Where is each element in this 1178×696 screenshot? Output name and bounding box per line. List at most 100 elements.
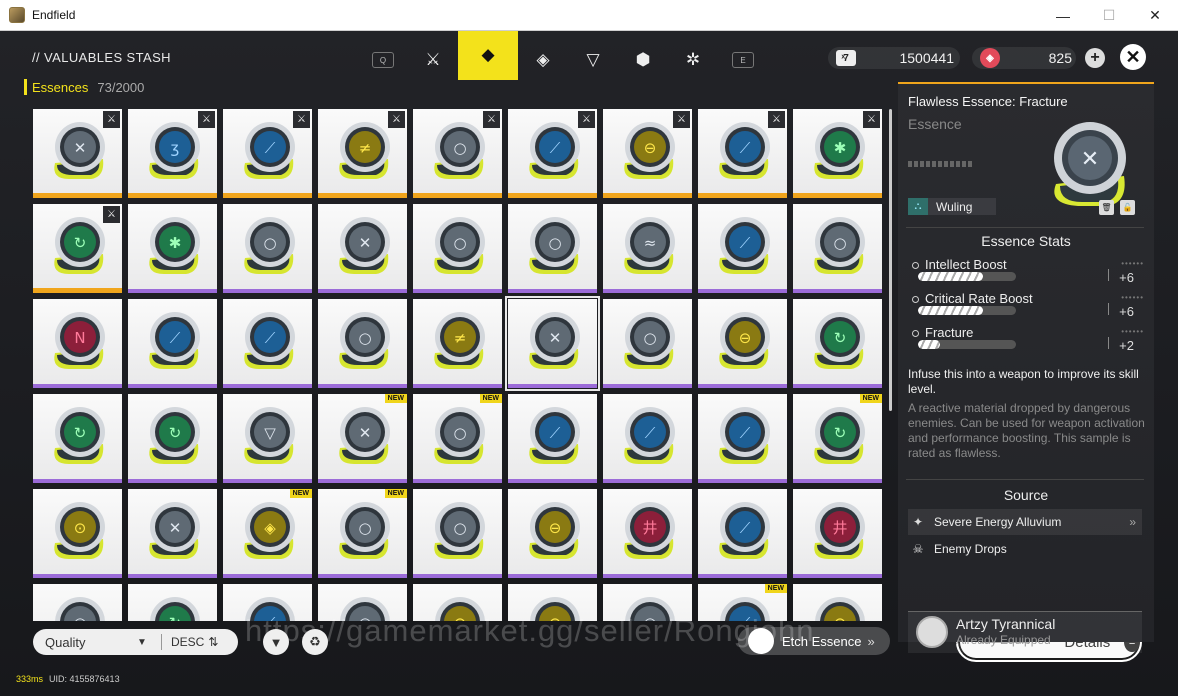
essence-tile[interactable]: ↻ NEW [793, 394, 882, 483]
essence-tile[interactable]: ⊖ ⚔ [603, 109, 692, 198]
sort-order-button[interactable]: DESC [171, 635, 204, 649]
stat-track [918, 340, 1016, 349]
essence-tile[interactable]: ⊖ [698, 299, 787, 388]
essence-tile[interactable]: ʒ ⚔ [128, 109, 217, 198]
essence-tile[interactable]: ✕ [505, 296, 600, 391]
essence-tile[interactable]: ○ [318, 299, 407, 388]
essence-tile[interactable]: ⟋ [698, 489, 787, 578]
essence-tile[interactable]: ✕ NEW [318, 394, 407, 483]
filter-button[interactable]: ▼ [263, 629, 289, 655]
rarity-bar [318, 574, 407, 578]
essence-tile[interactable]: N [33, 299, 122, 388]
supply-tab[interactable]: ⬢ [618, 36, 668, 84]
essence-tile[interactable]: ⟋ [223, 299, 312, 388]
close-window-button[interactable]: ✕ [1132, 0, 1178, 31]
essence-tile[interactable]: ○ ⚔ [413, 109, 502, 198]
essence-tile[interactable]: ⊙ [33, 489, 122, 578]
q-key-hint[interactable]: Q [372, 52, 394, 68]
rarity-bar [413, 479, 502, 483]
weapon-tab[interactable]: ⚔ [408, 36, 458, 84]
rarity-bar [413, 193, 502, 198]
rarity-bar [603, 289, 692, 293]
watermark-text: https://gamemarket.gg/seller/Rongjohn [245, 613, 815, 648]
source-item-alluvium[interactable]: ✦ Severe Energy Alluvium » [908, 509, 1142, 535]
essence-tile[interactable]: 井 [793, 489, 882, 578]
essence-tile[interactable]: ≠ [413, 299, 502, 388]
essence-tile[interactable]: ⊖ [508, 489, 597, 578]
essence-orb-icon: ○ [529, 217, 580, 274]
equipped-by-card[interactable]: Artzy Tyrannical Already Equipped [908, 611, 1142, 653]
material-tab[interactable]: ▽ [568, 36, 618, 84]
minimize-button[interactable]: — [1040, 0, 1086, 31]
essence-tile[interactable]: ⟋ ⚔ [508, 109, 597, 198]
essence-tile[interactable]: ✱ ⚔ [793, 109, 882, 198]
essence-tile[interactable]: ○ NEW [318, 489, 407, 578]
essence-tile[interactable]: ⟋ ⚔ [223, 109, 312, 198]
etch-essence-label: Etch Essence [782, 633, 862, 649]
rarity-bar [603, 479, 692, 483]
essence-tile[interactable]: ↻ [128, 394, 217, 483]
gear-tab[interactable]: ◈ [518, 36, 568, 84]
essence-tile[interactable]: ○ [603, 299, 692, 388]
sort-quality-dropdown[interactable]: Quality [45, 635, 137, 650]
essence-tile[interactable]: ✕ ⚔ [33, 109, 122, 198]
etch-essence-button[interactable]: Etch Essence » [738, 627, 890, 655]
rarity-bar [223, 384, 312, 388]
essence-tile[interactable]: ⟋ [698, 204, 787, 293]
recycle-button[interactable]: ♻ [302, 629, 328, 655]
essence-symbol: N [74, 329, 85, 347]
essence-tile[interactable]: ≠ ⚔ [318, 109, 407, 198]
stat-track [918, 272, 1016, 281]
essence-tile[interactable]: ○ [413, 204, 502, 293]
chevron-down-icon: ▼ [137, 636, 147, 648]
essence-tile[interactable]: 井 [603, 489, 692, 578]
essence-tile[interactable]: ⟋ [128, 299, 217, 388]
grid-scrollbar[interactable] [889, 109, 892, 411]
stat-name: Intellect Boost [912, 257, 1007, 272]
essence-tile[interactable]: ↻ [33, 394, 122, 483]
lock-icon[interactable]: 🔓 [1120, 200, 1135, 215]
essence-tile[interactable]: ≈ [603, 204, 692, 293]
essence-tile[interactable]: ⟋ ⚔ [698, 109, 787, 198]
essence-tile[interactable]: ✕ [318, 204, 407, 293]
sword-icon: ⚔ [673, 111, 690, 128]
window-titlebar: Endfield — ☐ ✕ [0, 0, 1178, 31]
essence-symbol: 井 [642, 519, 657, 537]
add-currency-button[interactable]: + [1085, 48, 1105, 68]
stash-title: // VALUABLES STASH [32, 50, 171, 65]
essence-tile[interactable]: ○ [223, 204, 312, 293]
essence-tab[interactable]: ◆ [458, 31, 518, 80]
new-badge: NEW [384, 394, 407, 403]
rarity-bar [508, 479, 597, 483]
essence-tile[interactable]: ✱ [128, 204, 217, 293]
essence-tile[interactable]: ▽ [223, 394, 312, 483]
e-key-hint[interactable]: E [732, 52, 754, 68]
essence-tile[interactable]: ✕ [128, 489, 217, 578]
essence-tile[interactable]: ↻ [793, 299, 882, 388]
source-item-enemy-drops[interactable]: ☠ Enemy Drops [908, 536, 1142, 562]
essence-orb-icon: ○ [244, 217, 295, 274]
essence-tile[interactable]: ○ [793, 204, 882, 293]
trash-icon[interactable]: 🗑 [1099, 200, 1114, 215]
essence-tile[interactable]: ○ NEW [413, 394, 502, 483]
svg-text:✕: ✕ [1081, 147, 1099, 172]
maximize-button[interactable]: ☐ [1086, 0, 1132, 31]
essence-tile[interactable]: ⟋ [508, 394, 597, 483]
essence-tile[interactable]: ○ [33, 584, 122, 621]
rarity-bar [223, 574, 312, 578]
essence-tile[interactable]: ⟋ [698, 394, 787, 483]
essence-tile[interactable]: ↻ ⚔ [33, 204, 122, 293]
rarity-bar [223, 193, 312, 198]
essence-symbol: ↻ [74, 234, 87, 252]
stat-dots: •••••• [1121, 293, 1144, 302]
misc-tab[interactable]: ✲ [668, 36, 718, 84]
essence-tile[interactable]: ↻ [128, 584, 217, 621]
essence-tile[interactable]: ◈ NEW [223, 489, 312, 578]
stat-divider [1108, 269, 1109, 281]
close-stash-button[interactable]: ✕ [1120, 44, 1146, 70]
essence-tile[interactable]: ⟋ [603, 394, 692, 483]
essence-tile[interactable]: ○ [413, 489, 502, 578]
essence-tile[interactable]: ○ [508, 204, 597, 293]
status-bar: 333ms UID: 4155876413 [16, 674, 120, 684]
essence-symbol: ⟋ [645, 424, 656, 442]
